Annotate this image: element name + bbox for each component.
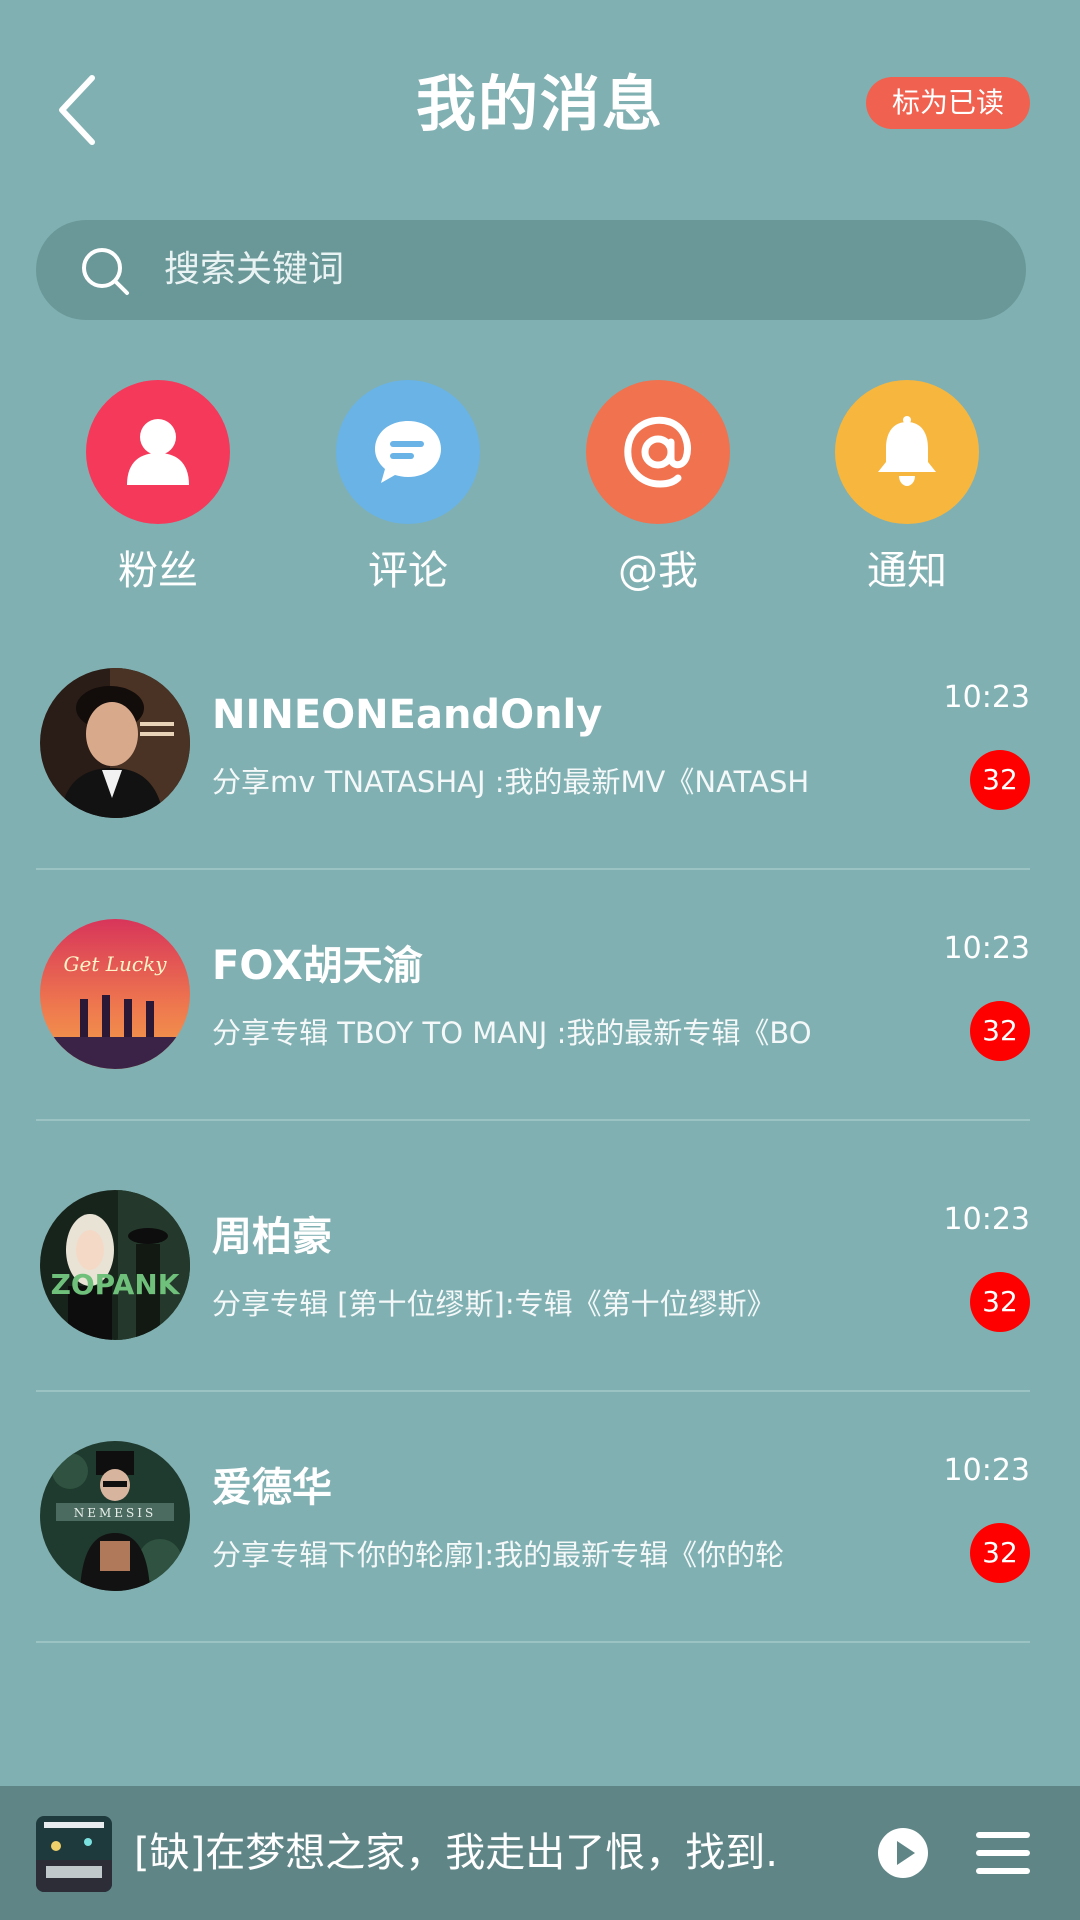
now-playing-title: [缺]在梦想之家，我走出了恨，找到.. xyxy=(134,1830,774,1876)
divider xyxy=(36,868,1030,870)
message-sender: 爱德华 xyxy=(212,1465,332,1511)
category-fans[interactable]: 粉丝 xyxy=(83,380,233,596)
message-sender: 周柏豪 xyxy=(212,1214,332,1260)
category-label: @我 xyxy=(618,548,698,594)
playlist-menu-button[interactable] xyxy=(976,1830,1030,1876)
unread-count-badge: 32 xyxy=(970,1272,1030,1332)
message-preview: 分享专辑 [第十位缪斯]:专辑《第十位缪斯》 xyxy=(212,1287,776,1321)
back-button[interactable] xyxy=(50,70,110,150)
message-row[interactable]: ZOPANK 周柏豪 分享专辑 [第十位缪斯]:专辑《第十位缪斯》 10:23 … xyxy=(0,1190,1080,1440)
comment-bubble-icon xyxy=(375,421,441,483)
comments-icon-circle xyxy=(336,380,480,524)
divider xyxy=(36,1641,1030,1643)
message-time: 10:23 xyxy=(943,1202,1030,1237)
mentions-icon-circle xyxy=(586,380,730,524)
bell-icon xyxy=(878,416,936,486)
message-time: 10:23 xyxy=(943,680,1030,715)
fans-icon-circle xyxy=(86,380,230,524)
avatar-lettering: ZOPANK xyxy=(51,1268,181,1301)
avatar xyxy=(40,668,190,818)
message-row[interactable]: NINEONEandOnly 分享mv TNATASHAJ :我的最新MV《NA… xyxy=(0,668,1080,918)
at-sign-icon xyxy=(624,416,691,488)
message-row[interactable]: NEMESIS 爱德华 分享专辑下你的轮廓]:我的最新专辑《你的轮 10:23 … xyxy=(0,1441,1080,1691)
message-row[interactable]: Get Lucky FOX胡天渝 分享专辑 TBOY TO MANJ :我的最新… xyxy=(0,919,1080,1169)
divider xyxy=(36,1119,1030,1121)
chevron-left-icon xyxy=(59,75,95,145)
unread-count-badge: 32 xyxy=(970,1001,1030,1061)
category-notifications[interactable]: 通知 xyxy=(832,380,982,596)
search-input[interactable]: 搜索关键词 xyxy=(36,220,1026,320)
header: 我的消息 标为已读 xyxy=(0,0,1080,215)
message-sender: FOX胡天渝 xyxy=(212,943,423,989)
message-sender: NINEONEandOnly xyxy=(212,692,603,738)
unread-count-badge: 32 xyxy=(970,750,1030,810)
category-label: 通知 xyxy=(867,548,947,594)
play-button[interactable] xyxy=(878,1828,928,1878)
play-icon xyxy=(878,1828,928,1878)
message-time: 10:23 xyxy=(943,931,1030,966)
notifications-icon-circle xyxy=(835,380,979,524)
category-comments[interactable]: 评论 xyxy=(333,380,483,596)
unread-count-badge: 32 xyxy=(970,1523,1030,1583)
avatar-lettering: Get Lucky xyxy=(64,952,168,976)
avatar: ZOPANK xyxy=(40,1190,190,1340)
search-placeholder: 搜索关键词 xyxy=(164,249,345,290)
album-cover[interactable] xyxy=(36,1816,112,1892)
message-preview: 分享mv TNATASHAJ :我的最新MV《NATASH xyxy=(212,765,810,799)
avatar: NEMESIS xyxy=(40,1441,190,1591)
message-time: 10:23 xyxy=(943,1453,1030,1488)
avatar: Get Lucky xyxy=(40,919,190,1069)
message-preview: 分享专辑下你的轮廓]:我的最新专辑《你的轮 xyxy=(212,1538,785,1572)
avatar-lettering: NEMESIS xyxy=(74,1506,157,1520)
mark-read-button[interactable]: 标为已读 xyxy=(866,77,1030,129)
category-label: 粉丝 xyxy=(118,548,198,594)
message-preview: 分享专辑 TBOY TO MANJ :我的最新专辑《BO xyxy=(212,1016,812,1050)
category-mentions[interactable]: @我 xyxy=(583,380,733,596)
category-label: 评论 xyxy=(368,548,448,594)
divider xyxy=(36,1390,1030,1392)
search-icon xyxy=(82,248,129,295)
menu-icon xyxy=(976,1832,1030,1874)
person-icon xyxy=(127,419,189,485)
mini-player: [缺]在梦想之家，我走出了恨，找到.. xyxy=(0,1786,1080,1920)
